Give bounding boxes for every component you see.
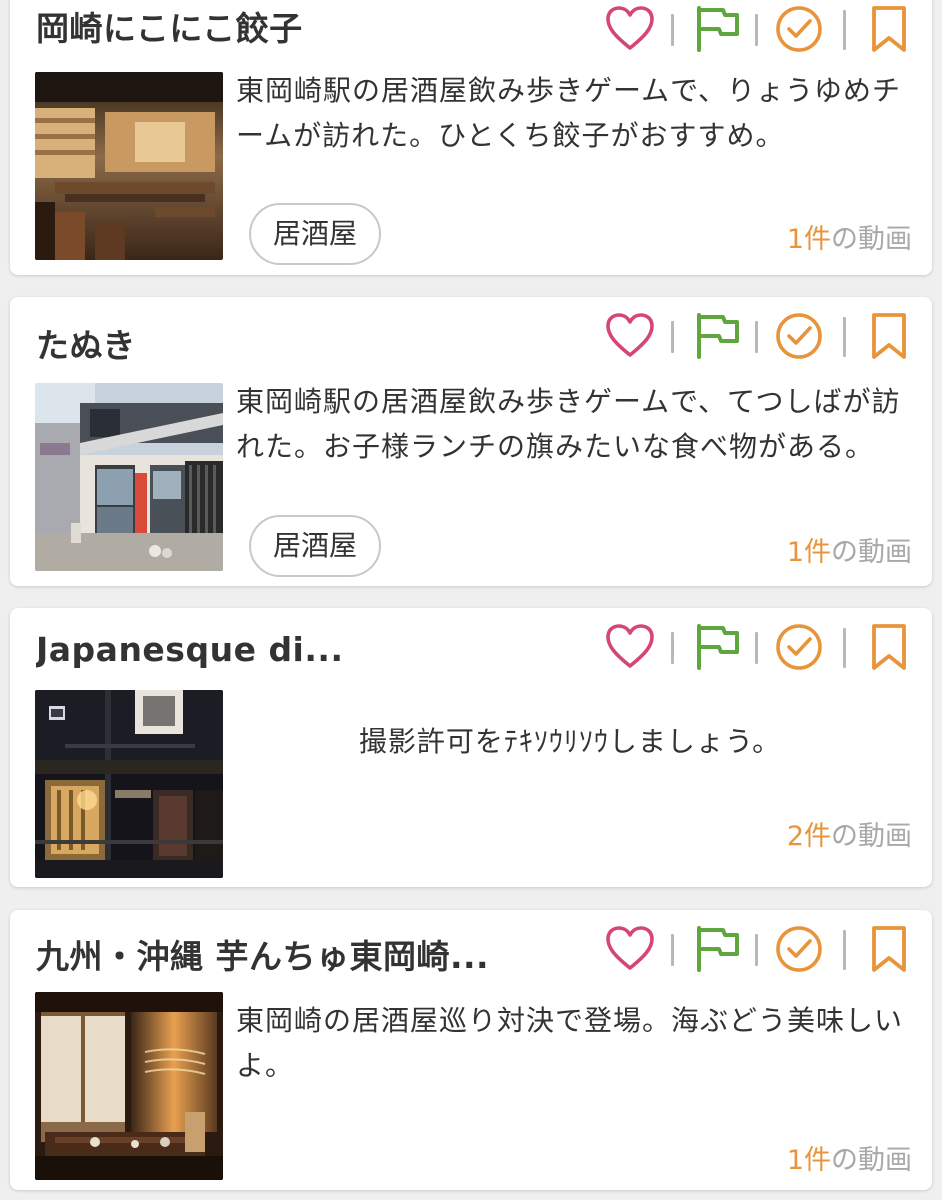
video-count-label: の動画 xyxy=(831,224,912,255)
divider xyxy=(671,321,674,353)
shop-description: 撮影許可をﾃｷｿｳﾘｿｳしましょう。 xyxy=(358,725,782,758)
card-actions xyxy=(595,4,915,62)
flag-icon[interactable] xyxy=(693,4,743,54)
bookmark-icon[interactable] xyxy=(864,924,914,974)
video-count-unit: 件 xyxy=(804,821,831,852)
shop-title[interactable]: 岡崎にこにこ餃子 xyxy=(36,2,303,50)
card-actions xyxy=(595,622,915,680)
shop-card[interactable]: 九州・沖縄 芋んちゅ東岡崎... 東岡崎の居酒屋巡り対決で登場。海ぶどう美味しい… xyxy=(10,910,932,1190)
shop-thumbnail[interactable] xyxy=(35,992,223,1180)
shop-title[interactable]: たぬき xyxy=(36,319,136,367)
video-count[interactable]: 1件の動画 xyxy=(787,217,912,256)
video-count-number: 2 xyxy=(786,821,804,852)
check-circle-icon[interactable] xyxy=(774,4,824,54)
video-count-label: の動画 xyxy=(831,821,912,852)
card-actions xyxy=(595,311,915,369)
video-count-unit: 件 xyxy=(804,224,831,255)
check-circle-icon[interactable] xyxy=(774,622,824,672)
check-circle-icon[interactable] xyxy=(774,311,824,361)
shop-card[interactable]: 岡崎にこにこ餃子 東岡崎駅の居酒屋飲み歩きゲームで、りょうゆめチームが訪れた。ひ… xyxy=(10,0,932,275)
bookmark-icon[interactable] xyxy=(864,622,914,672)
bookmark-icon[interactable] xyxy=(864,4,914,54)
divider xyxy=(755,14,758,46)
divider xyxy=(843,317,846,357)
shop-description: 東岡崎の居酒屋巡り対決で登場。海ぶどう美味しいよ。 xyxy=(236,1004,904,1082)
category-tag[interactable]: 居酒屋 xyxy=(249,203,382,265)
shop-thumbnail[interactable] xyxy=(35,72,223,260)
heart-icon[interactable] xyxy=(605,4,655,54)
divider xyxy=(843,10,846,50)
shop-card[interactable]: Japanesque di... 撮影許可をﾃｷｿｳﾘｿｳしましょう。 2件の動… xyxy=(10,608,932,887)
video-count-unit: 件 xyxy=(804,1145,831,1176)
category-tag[interactable]: 居酒屋 xyxy=(249,515,382,577)
video-count-label: の動画 xyxy=(831,1145,912,1176)
video-count-number: 1 xyxy=(786,537,804,568)
divider xyxy=(755,321,758,353)
shop-title[interactable]: Japanesque di... xyxy=(36,630,343,669)
heart-icon[interactable] xyxy=(605,924,655,974)
heart-icon[interactable] xyxy=(605,311,655,361)
divider xyxy=(755,934,758,966)
shop-list: 岡崎にこにこ餃子 東岡崎駅の居酒屋飲み歩きゲームで、りょうゆめチームが訪れた。ひ… xyxy=(0,0,942,1200)
shop-description: 東岡崎駅の居酒屋飲み歩きゲームで、りょうゆめチームが訪れた。ひとくち餃子がおすす… xyxy=(236,74,902,152)
divider xyxy=(671,632,674,664)
shop-thumbnail[interactable] xyxy=(35,690,223,878)
video-count-number: 1 xyxy=(786,224,804,255)
video-count[interactable]: 1件の動画 xyxy=(787,1138,912,1177)
video-count-unit: 件 xyxy=(804,537,831,568)
video-count-label: の動画 xyxy=(831,537,912,568)
video-count-number: 1 xyxy=(786,1145,804,1176)
video-count[interactable]: 2件の動画 xyxy=(787,814,912,853)
card-actions xyxy=(595,924,915,982)
flag-icon[interactable] xyxy=(693,622,743,672)
video-count[interactable]: 1件の動画 xyxy=(787,530,912,569)
shop-title[interactable]: 九州・沖縄 芋んちゅ東岡崎... xyxy=(36,930,489,978)
divider xyxy=(843,628,846,668)
heart-icon[interactable] xyxy=(605,622,655,672)
flag-icon[interactable] xyxy=(693,924,743,974)
divider xyxy=(755,632,758,664)
shop-card[interactable]: たぬき 東岡崎駅の居酒屋飲み歩きゲームで、てつしばが訪れた。お子様ランチの旗みた… xyxy=(10,297,932,586)
divider xyxy=(671,14,674,46)
shop-thumbnail[interactable] xyxy=(35,383,223,571)
shop-description: 東岡崎駅の居酒屋飲み歩きゲームで、てつしばが訪れた。お子様ランチの旗みたいな食べ… xyxy=(236,385,901,463)
divider xyxy=(843,930,846,970)
bookmark-icon[interactable] xyxy=(864,311,914,361)
flag-icon[interactable] xyxy=(693,311,743,361)
check-circle-icon[interactable] xyxy=(774,924,824,974)
divider xyxy=(671,934,674,966)
